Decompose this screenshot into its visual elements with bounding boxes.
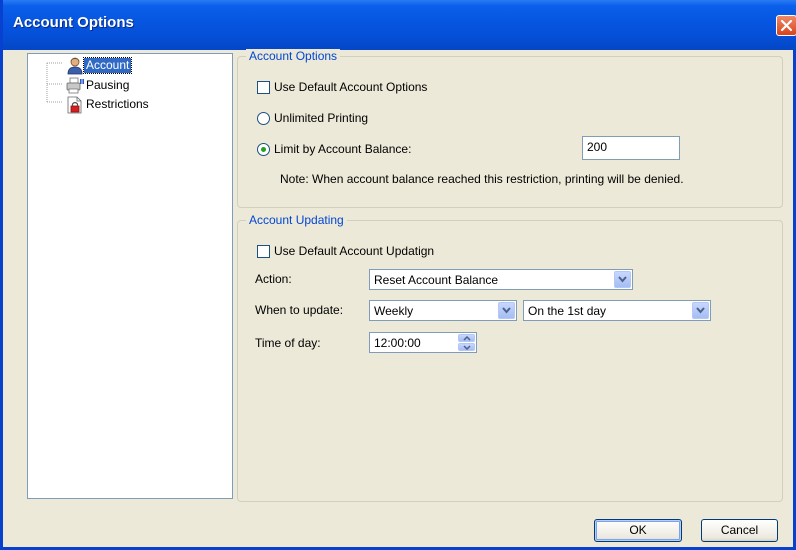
chevron-down-icon[interactable] xyxy=(614,271,631,288)
options-tree[interactable]: Account Pausing Restrictions xyxy=(27,53,233,499)
chevron-down-icon[interactable] xyxy=(692,302,709,319)
unlimited-printing-radio[interactable] xyxy=(257,112,270,125)
cancel-button[interactable]: Cancel xyxy=(701,519,778,542)
use-default-account-updating-label: Use Default Account Updatign xyxy=(274,244,435,258)
tree-item-label: Pausing xyxy=(86,78,130,92)
close-button[interactable] xyxy=(776,15,796,36)
tree-connector-lines xyxy=(46,62,62,103)
update-frequency-dropdown[interactable]: Weekly xyxy=(369,300,517,321)
update-frequency-value: Weekly xyxy=(374,304,414,318)
when-to-update-label: When to update: xyxy=(255,303,344,317)
action-label: Action: xyxy=(255,272,292,286)
unlimited-printing-label: Unlimited Printing xyxy=(274,111,369,125)
close-icon xyxy=(780,19,793,32)
window-title: Account Options xyxy=(13,14,134,31)
time-spinner[interactable] xyxy=(458,334,475,351)
time-of-day-value: 12:00:00 xyxy=(374,336,421,350)
user-icon xyxy=(66,57,84,75)
time-of-day-label: Time of day: xyxy=(255,336,321,350)
account-options-group: Account Options Use Default Account Opti… xyxy=(237,49,783,208)
limit-by-balance-radio[interactable] xyxy=(257,143,270,156)
use-default-account-options-label: Use Default Account Options xyxy=(274,80,428,94)
action-dropdown[interactable]: Reset Account Balance xyxy=(369,269,633,290)
group-title: Account Updating xyxy=(246,213,347,227)
printer-pause-icon xyxy=(66,77,84,95)
chevron-down-icon[interactable] xyxy=(498,302,515,319)
tree-item-label: Account xyxy=(82,57,133,74)
spin-down-icon[interactable] xyxy=(458,343,475,351)
update-day-value: On the 1st day xyxy=(528,304,607,318)
action-dropdown-value: Reset Account Balance xyxy=(374,273,499,287)
limit-by-balance-label: Limit by Account Balance: xyxy=(274,142,412,156)
time-of-day-input[interactable]: 12:00:00 xyxy=(369,332,477,353)
update-day-dropdown[interactable]: On the 1st day xyxy=(523,300,711,321)
use-default-account-options-checkbox[interactable] xyxy=(257,81,270,94)
group-title: Account Options xyxy=(246,49,341,63)
tree-item-label: Restrictions xyxy=(86,97,149,111)
account-options-dialog: Account Options Account Pausing Restrict… xyxy=(0,0,796,550)
use-default-account-updating-checkbox[interactable] xyxy=(257,245,270,258)
restriction-note: Note: When account balance reached this … xyxy=(280,172,684,186)
balance-limit-input[interactable]: 200 xyxy=(582,136,680,160)
radio-selected-dot xyxy=(261,147,266,152)
title-bar[interactable]: Account Options xyxy=(3,0,796,50)
spin-up-icon[interactable] xyxy=(458,334,475,342)
account-updating-group: Account Updating Use Default Account Upd… xyxy=(237,213,783,502)
ok-button[interactable]: OK xyxy=(594,519,682,542)
document-lock-icon xyxy=(66,96,84,114)
